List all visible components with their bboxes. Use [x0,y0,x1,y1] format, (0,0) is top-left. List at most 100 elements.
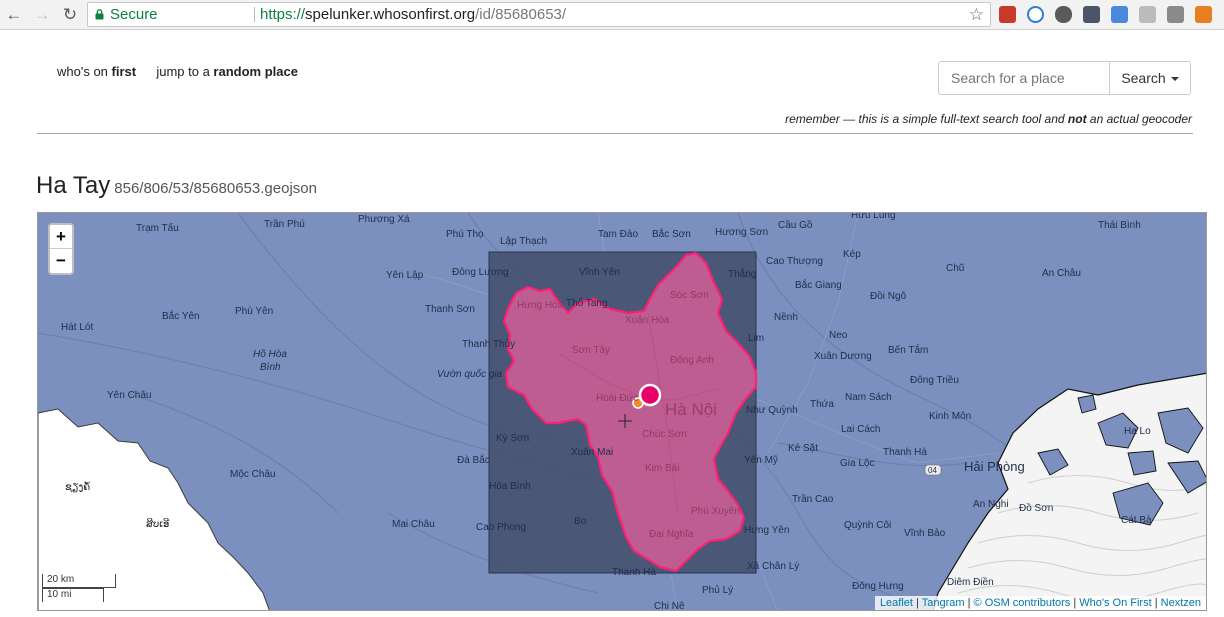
label-moc-chau: Mộc Châu [230,469,276,480]
forward-arrow-icon[interactable]: → [32,5,52,25]
label-huu-lung: Hữu Lũng [851,213,896,221]
secure-label: Secure [110,6,158,23]
map-attribution: Leaflet | Tangram | © OSM contributors |… [874,596,1206,610]
label-xuan-mai: Xuân Mai [571,447,613,458]
label-mai-chau: Mai Châu [392,519,435,530]
label-chu: Chũ [946,263,964,274]
label-soc-son: Sóc Sơn [670,290,709,301]
search-button[interactable]: Search [1109,61,1191,95]
label-huong-son: Hương Sơn [715,227,768,238]
bookmark-extension-icon[interactable] [1195,6,1212,23]
label-ha-lo: Ha Lo [1124,426,1151,437]
label-vinh-yen: Vĩnh Yên [579,267,620,278]
label-vinh-bao: Vĩnh Bảo [904,528,946,539]
pocket-extension-icon[interactable] [1167,6,1184,23]
label-kep: Kép [843,249,861,260]
label-tho-tang: Thổ Tang [566,297,608,309]
label-xuan-duong: Xuân Dương [814,351,872,362]
label-neo: Neo [829,330,848,341]
label-yen-chau: Yên Châu [107,390,151,401]
label-xuan-hoa: Xuân Hòa [625,315,670,326]
reload-icon[interactable]: ↻ [60,5,80,25]
label-bo: Bo [574,516,587,527]
label-tram-tau: Trạm Tấu [136,222,179,234]
label-cat-ba: Cát Bà [1121,515,1152,526]
page-title: Ha Tay 856/806/53/85680653.geojson [36,172,317,200]
caret-down-icon [1170,77,1179,82]
zoom-out-button[interactable]: − [50,249,72,273]
address-bar[interactable]: Secure https://spelunker.whosonfirst.org… [87,2,991,27]
label-xa-chan-ly: Xã Chân Lý [747,561,799,572]
label-phuong-xa: Phương Xá [358,214,410,225]
label-ke-sat: Kẻ Sặt [788,443,818,454]
label-yen-lap: Yên Lập [386,270,424,281]
label-centroid-marker[interactable] [638,383,662,407]
road-shields: 04 [924,464,942,476]
notice-bold: not [1067,112,1087,126]
label-quynh-coi: Quỳnh Côi [844,520,891,531]
lock-icon [95,9,104,20]
browser-toolbar: ← → ↻ Secure https://spelunker.whosonfir… [0,0,1224,30]
label-bac-son: Bắc Sơn [652,227,691,240]
translate-extension-icon[interactable] [1111,6,1128,23]
label-phu-tho: Phú Thọ [446,229,484,240]
ublock-extension-icon[interactable] [999,6,1016,23]
label-lim: Lim [748,333,764,344]
brand-link[interactable]: who's on first [57,64,136,79]
label-bac-yen: Bắc Yên [162,309,200,322]
random-bold: random place [213,64,298,79]
label-ho-hoa-binh-1: Hồ Hòa [253,348,287,360]
label-dai-nghia: Đại Nghĩa [649,529,694,540]
search-notice: remember — this is a simple full-text se… [785,112,1192,126]
gmail-extension-icon[interactable] [1139,6,1156,23]
label-lap-thach: Lập Thạch [500,236,547,247]
search-button-label: Search [1121,70,1166,86]
label-laos-2: ສິບເອີ [146,518,169,530]
back-arrow-icon[interactable]: ← [4,5,24,25]
label-lai-cach: Lai Cách [841,424,880,435]
nextzen-link[interactable]: Nextzen [1161,597,1201,609]
osm-link[interactable]: © OSM contributors [974,597,1071,609]
label-phu-yen: Phù Yên [235,306,273,317]
label-chuc-son: Chúc Sơn [642,429,687,440]
notice-part1: remember — this is a simple full-text se… [785,112,1068,126]
label-nenh: Nềnh [774,311,798,323]
map-view[interactable]: 04 Trạm Tấu Trần Phú Phương Xá Phú Thọ L… [37,212,1207,611]
label-doi-ngo: Đồi Ngô [870,290,907,302]
random-prefix: jump to a [156,64,214,79]
label-gia-loc: Gia Lộc [840,458,874,469]
label-cau-go: Cầu Gồ [778,219,813,231]
label-dong-hung: Đông Hưng [852,581,904,592]
search-input[interactable] [938,61,1110,95]
header-divider [37,133,1193,134]
label-nam-sach: Nam Sách [845,392,892,403]
label-do-son: Đồ Sơn [1019,502,1053,514]
label-kinh-mon: Kinh Môn [929,411,971,422]
notice-part2: an actual geocoder [1086,112,1192,126]
tangram-link[interactable]: Tangram [922,597,965,609]
vpn-extension-icon[interactable] [1027,6,1044,23]
label-ben-tam: Bến Tắm [888,343,928,356]
label-hung-hoa: Hưng Hóa [517,300,564,311]
brand-bold: first [111,64,137,79]
label-kim-bai: Kim Bài [645,463,679,474]
zoom-control: + − [48,223,74,275]
evernote-extension-icon[interactable] [1055,6,1072,23]
random-place-link[interactable]: jump to a random place [156,64,298,79]
label-nhu-quynh: Như Quỳnh [746,405,798,416]
zoom-in-button[interactable]: + [50,225,72,249]
map-canvas[interactable]: 04 Trạm Tấu Trần Phú Phương Xá Phú Thọ L… [38,213,1207,611]
label-son-tay: Sơn Tây [572,345,610,356]
label-hat-lot: Hát Lót [61,322,93,333]
label-hoa-binh: Hòa Bình [489,481,531,492]
label-thai-binh-n: Thái Bình [1098,220,1141,231]
bookmark-star-icon[interactable]: ☆ [969,3,984,26]
leaflet-link[interactable]: Leaflet [880,597,913,609]
label-ha-noi: Hà Nội [665,400,717,419]
label-yen-my: Yên Mỹ [744,455,778,466]
geojson-link[interactable]: 856/806/53/85680653.geojson [114,180,317,197]
label-thanh-ha-s: Thanh Hà [612,567,656,578]
lastpass-extension-icon[interactable] [1083,6,1100,23]
label-ky-son: Kỳ Sơn [496,433,529,444]
wof-link[interactable]: Who's On First [1079,597,1151,609]
